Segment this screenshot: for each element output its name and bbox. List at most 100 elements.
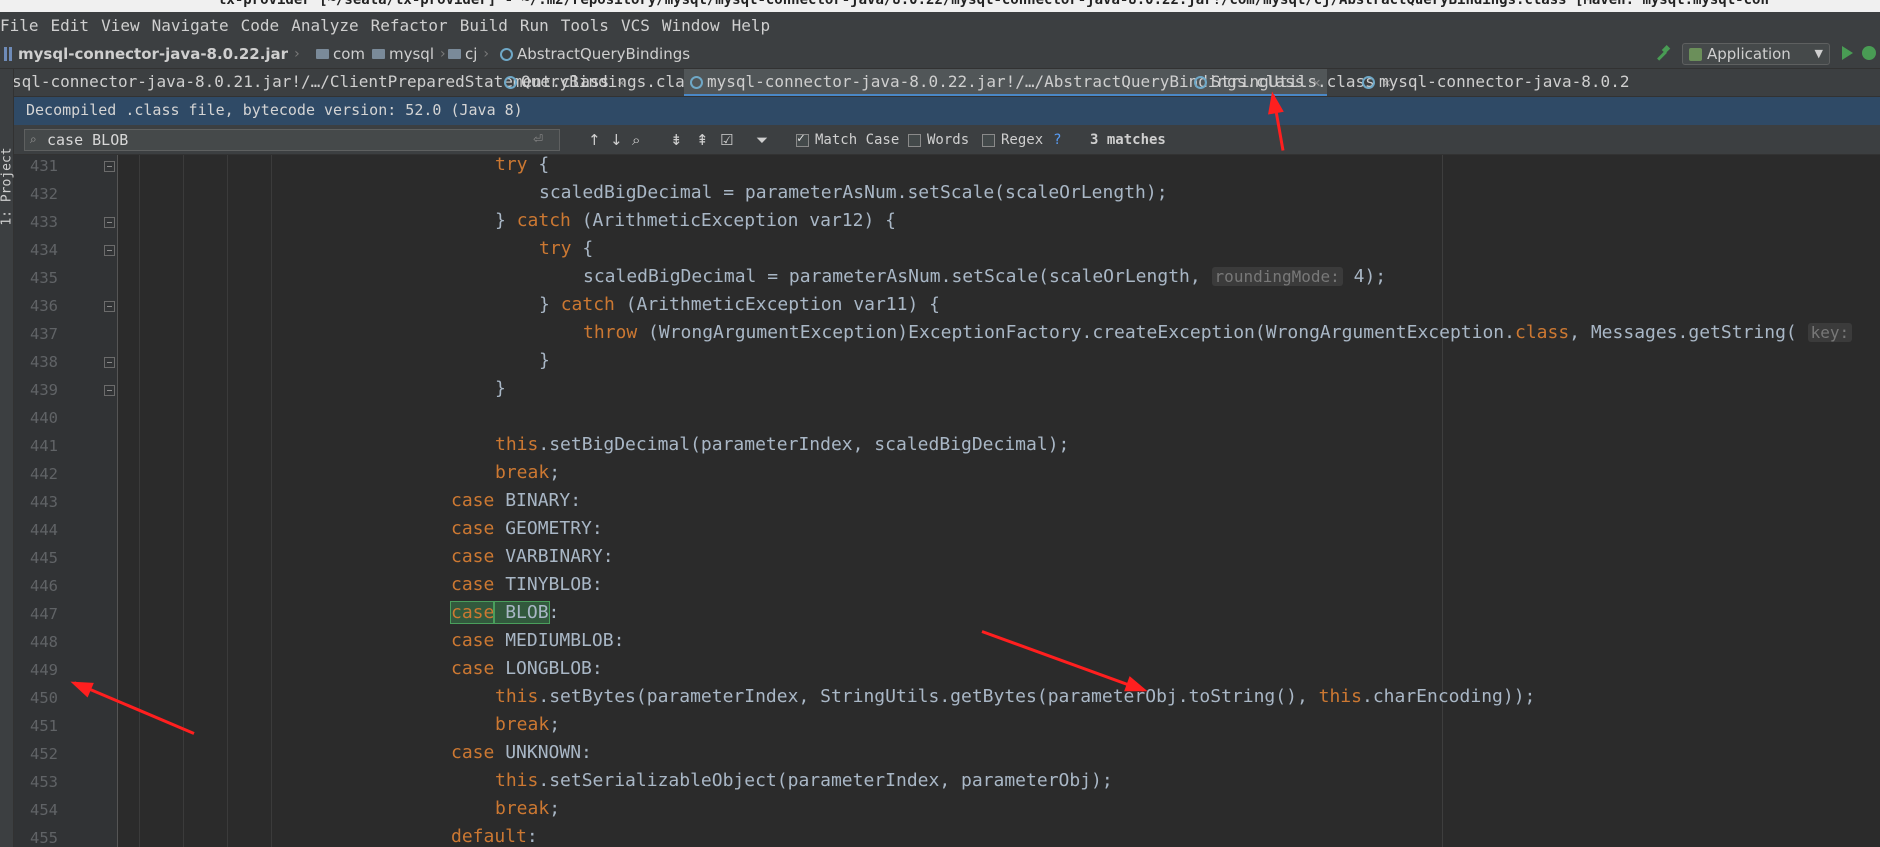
breadcrumb-mysql-label: mysql xyxy=(389,45,434,63)
window-title: tx-provider [~/seata/tx-provider] - ~/.m… xyxy=(218,0,1769,8)
code-line: this.setBigDecimal(parameterIndex, scale… xyxy=(495,434,1069,462)
code-line: throw (WrongArgumentException)ExceptionF… xyxy=(583,322,1853,350)
search-input[interactable] xyxy=(47,131,527,149)
code-token: case xyxy=(451,630,495,651)
code-token: (ArithmeticException var12) { xyxy=(570,210,896,231)
code-line: case UNKNOWN: xyxy=(451,742,592,770)
line-number: 446 xyxy=(30,577,58,595)
add-selection-icon[interactable]: ⇟ xyxy=(670,131,683,149)
code-token: break xyxy=(495,462,550,483)
select-all-occurrences-icon[interactable]: ☑ xyxy=(720,131,733,149)
breadcrumb-class-label: AbstractQueryBindings xyxy=(517,45,691,63)
line-number: 435 xyxy=(30,269,58,287)
words-label: Words xyxy=(927,132,970,148)
code-line: scaledBigDecimal = parameterAsNum.setSca… xyxy=(583,266,1386,294)
code-token: MEDIUMBLOB: xyxy=(494,630,625,651)
run-configuration-select[interactable]: Application ▼ xyxy=(1682,43,1830,65)
code-token: } xyxy=(539,350,550,371)
run-icon[interactable] xyxy=(1842,46,1853,60)
regex-label: Regex xyxy=(1001,132,1044,148)
previous-occurrence-icon[interactable]: ↑ xyxy=(588,131,601,149)
fold-marker-icon[interactable] xyxy=(104,301,115,312)
jar-icon xyxy=(4,47,12,61)
search-field[interactable]: ⌕ ⏎ xyxy=(24,129,560,151)
debug-icon[interactable] xyxy=(1862,46,1876,60)
code-token: VARBINARY: xyxy=(494,546,614,567)
search-icon[interactable]: ⌕ xyxy=(30,132,37,147)
menu-code[interactable]: Code xyxy=(241,16,280,35)
code-token: ; xyxy=(549,462,561,483)
menu-refactor[interactable]: Refactor xyxy=(371,16,448,35)
line-number: 437 xyxy=(30,325,58,343)
code-token: case xyxy=(451,574,495,595)
remove-selection-icon[interactable]: ⇞ xyxy=(696,131,709,149)
line-number: 455 xyxy=(30,829,58,847)
match-case-option[interactable]: Match Case xyxy=(796,131,899,148)
class-icon xyxy=(500,47,513,61)
code-token: class xyxy=(1514,322,1570,343)
code-token: try xyxy=(539,238,572,259)
line-number: 434 xyxy=(30,241,58,259)
menu-run[interactable]: Run xyxy=(520,16,549,35)
menu-edit[interactable]: Edit xyxy=(51,16,90,35)
fold-marker-icon[interactable] xyxy=(104,385,115,396)
code-token: .setSerializableObject(parameterIndex, p… xyxy=(538,770,1113,791)
words-option[interactable]: Words xyxy=(908,132,969,148)
regex-help-link[interactable]: ? xyxy=(1053,132,1061,148)
folder-icon xyxy=(448,49,461,59)
fold-marker-icon[interactable] xyxy=(104,357,115,368)
code-token: } xyxy=(495,378,506,399)
fold-marker-icon[interactable] xyxy=(104,161,115,172)
tab-label: QueryBindings.class xyxy=(521,72,705,91)
navigation-bar: mysql-connector-java-8.0.22.jar › com › … xyxy=(0,39,1880,69)
breadcrumb-jar[interactable]: mysql-connector-java-8.0.22.jar › xyxy=(4,45,304,63)
code-token: case xyxy=(451,742,495,763)
menu-window[interactable]: Window xyxy=(662,16,720,35)
code-token: case xyxy=(451,658,495,679)
menu-view[interactable]: View xyxy=(101,16,140,35)
menu-tools[interactable]: Tools xyxy=(561,16,609,35)
filter-icon[interactable]: ⏷ xyxy=(756,131,768,149)
fold-marker-icon[interactable] xyxy=(104,245,115,256)
build-hammer-icon[interactable] xyxy=(1654,45,1672,63)
line-number: 432 xyxy=(30,185,58,203)
next-occurrence-icon[interactable]: ↓ xyxy=(610,131,623,149)
line-number: 451 xyxy=(30,717,58,735)
chevron-down-icon: ▼ xyxy=(1814,47,1823,60)
breadcrumb-class[interactable]: AbstractQueryBindings xyxy=(500,45,690,63)
project-tool-tab[interactable]: 1: Project xyxy=(0,147,15,225)
match-count: 3 matches xyxy=(1090,132,1166,148)
regex-option[interactable]: Regex ? xyxy=(982,132,1062,148)
find-all-icon[interactable]: ⌕ xyxy=(632,131,640,149)
code-token: { xyxy=(527,155,550,175)
menu-help[interactable]: Help xyxy=(732,16,771,35)
breadcrumb-cj[interactable]: cj › xyxy=(448,45,493,63)
code-token: (ArithmeticException var11) { xyxy=(614,294,940,315)
menu-vcs[interactable]: VCS xyxy=(621,16,650,35)
breadcrumb-mysql[interactable]: mysql › xyxy=(372,45,450,63)
breadcrumb-com-label: com xyxy=(333,45,366,63)
match-case-checkbox[interactable] xyxy=(796,131,809,147)
tab-mysql-connector-overflow[interactable]: mysql-connector-java-8.0.2 xyxy=(1362,69,1629,96)
words-checkbox[interactable] xyxy=(908,133,921,147)
code-token: throw xyxy=(583,322,638,343)
class-icon xyxy=(504,76,517,89)
editor-gutter[interactable]: 431 432 433 434 435 436 437 438 439 440 441 442 443 4… xyxy=(14,155,118,847)
menu-file[interactable]: File xyxy=(0,16,39,35)
code-token: ; xyxy=(549,714,561,735)
menu-analyze[interactable]: Analyze xyxy=(291,16,358,35)
regex-checkbox[interactable] xyxy=(982,133,995,147)
run-configuration-label: Application xyxy=(1707,45,1791,63)
new-line-icon[interactable]: ⏎ xyxy=(533,132,543,146)
menu-build[interactable]: Build xyxy=(460,16,508,35)
code-token: scaledBigDecimal = parameterAsNum.setSca… xyxy=(583,266,1212,287)
code-editor[interactable]: try { scaledBigDecimal = parameterAsNum.s… xyxy=(118,155,1880,847)
fold-marker-icon[interactable] xyxy=(104,217,115,228)
breadcrumb-com[interactable]: com › xyxy=(316,45,381,63)
line-number: 441 xyxy=(30,437,58,455)
code-line: break; xyxy=(495,714,560,742)
code-token: { xyxy=(571,238,594,259)
menu-navigate[interactable]: Navigate xyxy=(152,16,229,35)
find-bar: ⌕ ⏎ ↑ ↓ ⌕ ⇟ ⇞ ☑ ⏷ Match Case Words Regex… xyxy=(14,125,1880,155)
code-token: this xyxy=(495,770,539,791)
